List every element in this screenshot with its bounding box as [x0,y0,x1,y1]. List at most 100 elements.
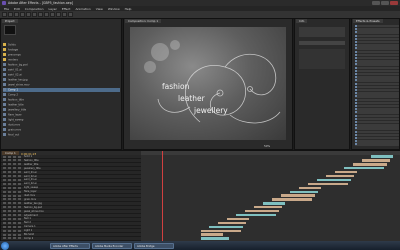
layer-switch-icon[interactable] [13,217,16,220]
layer-switch-icon[interactable] [13,167,16,170]
project-item[interactable]: leather_title [3,103,120,107]
effects-list-item[interactable] [355,98,399,101]
effects-list-item[interactable] [355,50,399,53]
layer-duration-bar[interactable] [308,182,348,186]
layer-switch-icon[interactable] [13,237,16,240]
layer-switch-icon[interactable] [8,206,11,209]
layer-duration-bar[interactable] [272,198,312,201]
layer-duration-bar[interactable] [209,225,243,228]
effects-list-item[interactable] [355,133,399,137]
project-item[interactable]: dust.mov [3,123,120,127]
rotate-tool-icon[interactable] [20,12,25,17]
layer-switch-icon[interactable] [3,159,6,162]
layer-switch-icon[interactable] [8,171,11,174]
close-button[interactable] [390,1,398,5]
project-item[interactable]: precomps [3,53,120,57]
layer-switch-icon[interactable] [3,194,6,197]
layer-switch-icon[interactable] [3,214,6,216]
effects-list-item[interactable] [355,28,399,31]
layer-switch-icon[interactable] [3,163,6,166]
layer-switch-icon[interactable] [18,210,21,213]
project-item[interactable]: flare_layer [3,113,120,117]
stamp-tool-icon[interactable] [56,12,61,17]
layer-duration-bar[interactable] [201,237,229,240]
layer-switch-icon[interactable] [8,210,11,213]
effects-list-item[interactable] [355,92,399,95]
layer-duration-bar[interactable] [227,217,249,221]
layer-duration-bar[interactable] [299,186,321,189]
layer-switch-icon[interactable] [18,233,21,236]
layer-switch-icon[interactable] [8,225,11,228]
layer-duration-bar[interactable] [326,174,354,178]
layer-switch-icon[interactable] [8,163,11,166]
layer-switch-icon[interactable] [18,221,21,224]
effects-list-item[interactable] [355,121,399,124]
layer-switch-icon[interactable] [18,155,21,158]
project-item[interactable]: Solids [3,43,120,47]
layer-switch-icon[interactable] [8,186,11,189]
layer-switch-icon[interactable] [3,167,6,170]
effects-list-item[interactable] [355,143,399,146]
layer-switch-icon[interactable] [8,221,11,224]
project-item[interactable]: Comp 2 [3,93,120,97]
info-tab[interactable]: Info [296,19,308,23]
effects-list-item[interactable] [355,79,399,82]
layer-switch-icon[interactable] [13,159,16,162]
layer-switch-icon[interactable] [3,225,6,228]
layer-duration-bar[interactable] [317,178,351,182]
layer-duration-bar[interactable] [353,163,387,166]
layer-switch-icon[interactable] [13,163,16,166]
effects-list-item[interactable] [355,69,399,73]
layer-duration-bar[interactable] [201,229,241,232]
puppet-tool-icon[interactable] [68,12,73,17]
layer-duration-bar[interactable] [263,202,285,205]
layer-switch-icon[interactable] [13,175,16,177]
layer-duration-bar[interactable] [236,213,276,217]
layer-switch-icon[interactable] [8,214,11,216]
project-item[interactable]: light_sweep [3,118,120,122]
taskbar-bridge[interactable]: Adobe Bridge [134,242,174,249]
effects-list-item[interactable] [355,111,399,114]
project-item[interactable]: swirl_02.ai [3,73,120,77]
layer-switch-icon[interactable] [18,178,21,181]
effects-list-item[interactable] [355,105,399,108]
layer-switch-icon[interactable] [3,198,6,201]
layer-switch-icon[interactable] [8,194,11,197]
effects-list-item[interactable] [355,101,399,105]
layer-switch-icon[interactable] [8,155,11,158]
effects-list-item[interactable] [355,108,399,111]
layer-switch-icon[interactable] [3,233,6,236]
layer-switch-icon[interactable] [3,178,6,181]
effects-list-item[interactable] [355,47,399,50]
selection-tool-icon[interactable] [2,12,7,17]
layer-switch-icon[interactable] [13,190,16,193]
project-tab[interactable]: Project [2,19,18,23]
layer-switch-icon[interactable] [3,202,6,205]
project-item[interactable]: footage [3,48,120,52]
effects-list-item[interactable] [355,85,399,89]
layer-switch-icon[interactable] [18,194,21,197]
layer-switch-icon[interactable] [18,214,21,216]
layer-switch-icon[interactable] [18,171,21,174]
effects-list-item[interactable] [355,57,399,60]
layer-switch-icon[interactable] [18,182,21,185]
effects-list-item[interactable] [355,31,399,34]
layer-switch-icon[interactable] [8,159,11,162]
effects-list-item[interactable] [355,73,399,76]
layer-switch-icon[interactable] [13,182,16,185]
effects-list-item[interactable] [355,76,399,79]
effects-list-item[interactable] [355,66,399,69]
layer-switch-icon[interactable] [18,229,21,232]
layer-duration-bar[interactable] [290,190,318,193]
layer-switch-icon[interactable] [18,186,21,189]
pen-tool-icon[interactable] [38,12,43,17]
project-item[interactable]: fashion_bg.psd [3,63,120,67]
layer-switch-icon[interactable] [13,202,16,205]
layer-switch-icon[interactable] [8,175,11,177]
effects-list-item[interactable] [355,41,399,44]
layer-switch-icon[interactable] [3,186,6,189]
layer-switch-icon[interactable] [13,221,16,224]
effects-list-item[interactable] [355,95,399,98]
start-button-icon[interactable] [1,241,9,250]
eraser-tool-icon[interactable] [62,12,67,17]
